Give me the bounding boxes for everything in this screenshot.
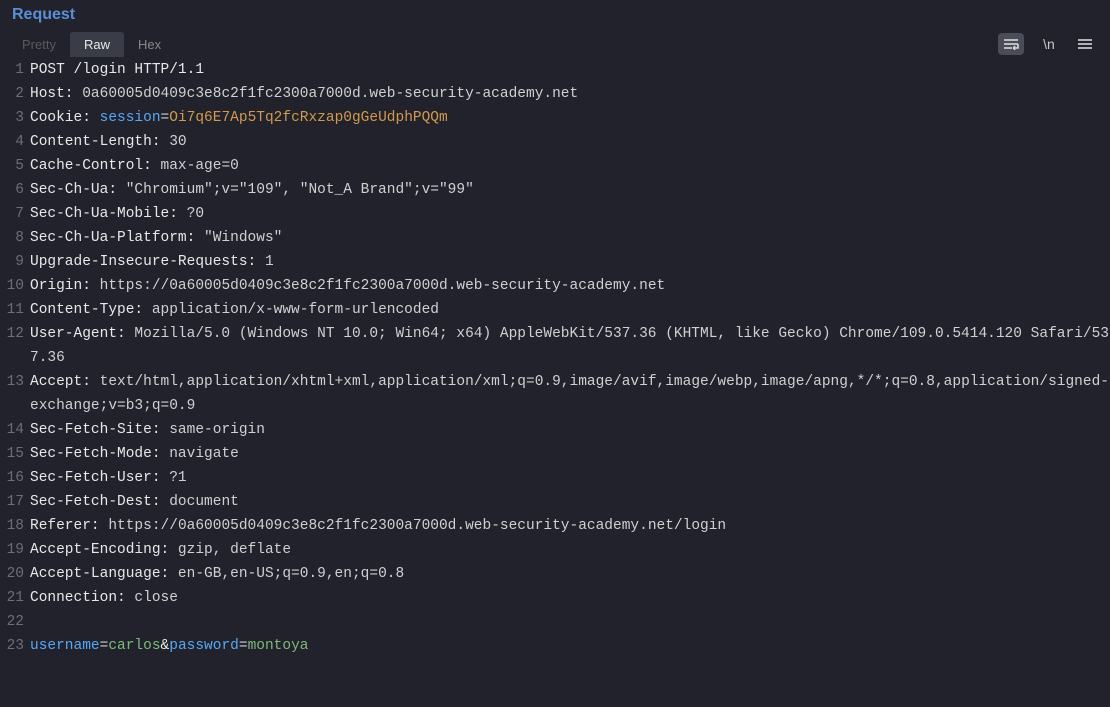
code-line[interactable]: 9Upgrade-Insecure-Requests: 1 (0, 250, 1110, 274)
code-line[interactable]: 14Sec-Fetch-Site: same-origin (0, 418, 1110, 442)
line-number: 5 (0, 154, 30, 178)
code-line[interactable]: 22 (0, 610, 1110, 634)
line-number: 12 (0, 322, 30, 346)
line-number: 16 (0, 466, 30, 490)
code-line[interactable]: 23username=carlos&password=montoya (0, 634, 1110, 658)
code-line[interactable]: 20Accept-Language: en-GB,en-US;q=0.9,en;… (0, 562, 1110, 586)
line-number: 18 (0, 514, 30, 538)
line-number: 4 (0, 130, 30, 154)
code-line[interactable]: 19Accept-Encoding: gzip, deflate (0, 538, 1110, 562)
line-number: 21 (0, 586, 30, 610)
code-line[interactable]: 7Sec-Ch-Ua-Mobile: ?0 (0, 202, 1110, 226)
line-number: 20 (0, 562, 30, 586)
code-line[interactable]: 15Sec-Fetch-Mode: navigate (0, 442, 1110, 466)
code-line[interactable]: 1POST /login HTTP/1.1 (0, 58, 1110, 82)
line-number: 11 (0, 298, 30, 322)
newline-toggle[interactable]: \n (1038, 34, 1060, 54)
line-number: 22 (0, 610, 30, 634)
view-tabs: Pretty Raw Hex \n (0, 26, 1110, 58)
code-line[interactable]: 3Cookie: session=Oi7q6E7Ap5Tq2fcRxzap0gG… (0, 106, 1110, 130)
code-line[interactable]: 13Accept: text/html,application/xhtml+xm… (0, 370, 1110, 418)
code-line[interactable]: 16Sec-Fetch-User: ?1 (0, 466, 1110, 490)
code-line[interactable]: 18Referer: https://0a60005d0409c3e8c2f1f… (0, 514, 1110, 538)
code-line[interactable]: 6Sec-Ch-Ua: "Chromium";v="109", "Not_A B… (0, 178, 1110, 202)
line-number: 13 (0, 370, 30, 394)
tab-pretty[interactable]: Pretty (8, 32, 70, 57)
line-number: 7 (0, 202, 30, 226)
hamburger-icon[interactable] (1074, 34, 1096, 54)
code-line[interactable]: 4Content-Length: 30 (0, 130, 1110, 154)
code-line[interactable]: 2Host: 0a60005d0409c3e8c2f1fc2300a7000d.… (0, 82, 1110, 106)
code-line[interactable]: 11Content-Type: application/x-www-form-u… (0, 298, 1110, 322)
code-line[interactable]: 21Connection: close (0, 586, 1110, 610)
line-number: 19 (0, 538, 30, 562)
line-number: 14 (0, 418, 30, 442)
tab-raw[interactable]: Raw (70, 32, 124, 57)
code-line[interactable]: 10Origin: https://0a60005d0409c3e8c2f1fc… (0, 274, 1110, 298)
request-editor[interactable]: 1POST /login HTTP/1.12Host: 0a60005d0409… (0, 58, 1110, 658)
line-number: 1 (0, 58, 30, 82)
wrap-icon[interactable] (998, 33, 1024, 55)
code-line[interactable]: 17Sec-Fetch-Dest: document (0, 490, 1110, 514)
line-number: 2 (0, 82, 30, 106)
line-number: 15 (0, 442, 30, 466)
code-line[interactable]: 8Sec-Ch-Ua-Platform: "Windows" (0, 226, 1110, 250)
line-number: 10 (0, 274, 30, 298)
line-number: 23 (0, 634, 30, 658)
line-number: 6 (0, 178, 30, 202)
line-number: 3 (0, 106, 30, 130)
panel-title: Request (12, 6, 1098, 24)
code-line[interactable]: 5Cache-Control: max-age=0 (0, 154, 1110, 178)
tab-hex[interactable]: Hex (124, 32, 175, 57)
line-number: 17 (0, 490, 30, 514)
line-number: 9 (0, 250, 30, 274)
code-line[interactable]: 12User-Agent: Mozilla/5.0 (Windows NT 10… (0, 322, 1110, 370)
line-number: 8 (0, 226, 30, 250)
